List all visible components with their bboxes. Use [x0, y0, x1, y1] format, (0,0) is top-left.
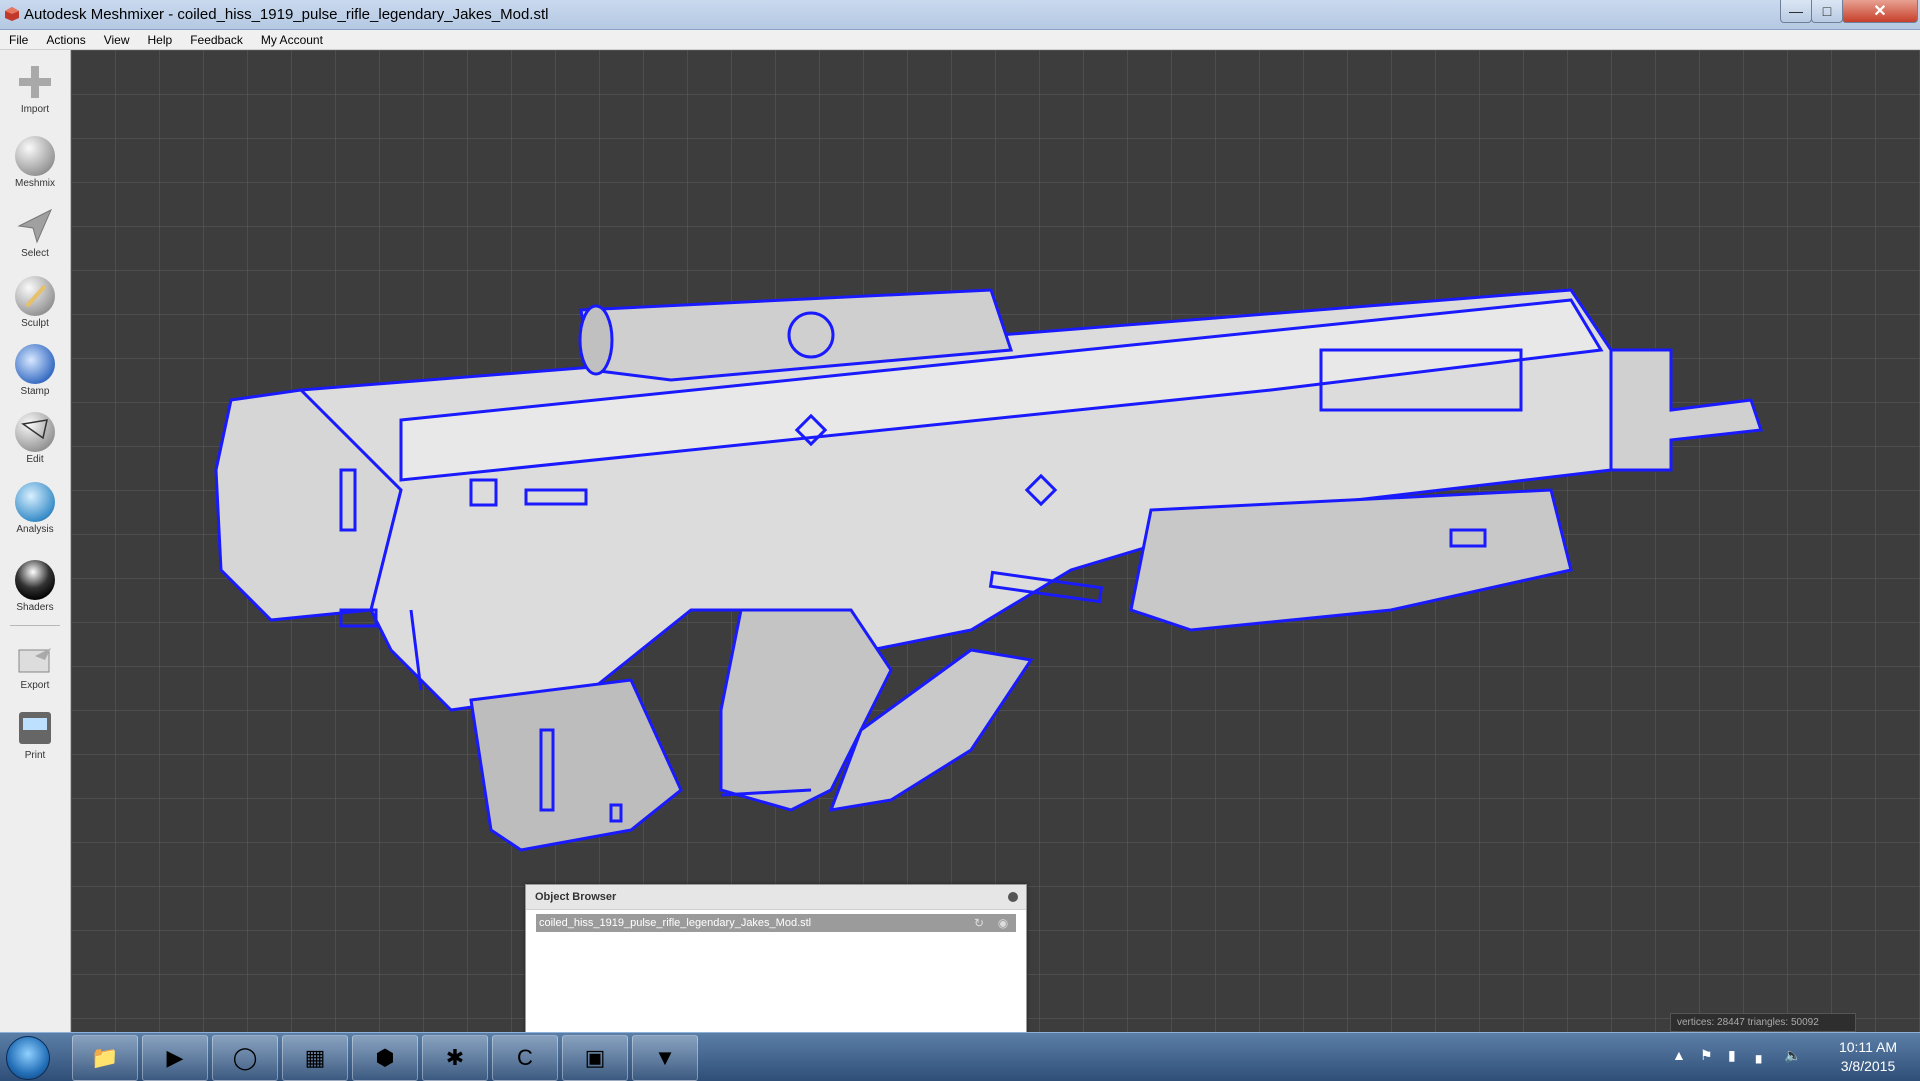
app-icon[interactable]: ✱	[422, 1035, 488, 1081]
tool-label: Stamp	[20, 386, 50, 397]
analysis-sphere-icon	[15, 482, 55, 522]
network-icon[interactable]: ▖	[1756, 1047, 1767, 1064]
start-button[interactable]	[6, 1036, 50, 1080]
tool-label: Edit	[26, 454, 44, 465]
export-icon	[15, 638, 55, 678]
terminal-icon[interactable]: ▣	[562, 1035, 628, 1081]
tool-select[interactable]: Select	[0, 200, 70, 264]
refresh-icon[interactable]: ↻	[972, 916, 986, 930]
tool-shaders[interactable]: Shaders	[0, 554, 70, 618]
tool-meshmix[interactable]: Meshmix	[0, 130, 70, 194]
tool-analysis[interactable]: Analysis	[0, 476, 70, 540]
object-name: coiled_hiss_1919_pulse_rifle_legendary_J…	[539, 917, 812, 929]
clock-time: 10:11 AM	[1838, 1039, 1898, 1055]
menu-feedback[interactable]: Feedback	[181, 33, 252, 47]
tool-print[interactable]: Print	[0, 702, 70, 766]
menu-view[interactable]: View	[95, 33, 139, 47]
object-browser-title: Object Browser	[535, 891, 617, 903]
menu-file[interactable]: File	[0, 33, 37, 47]
tool-export[interactable]: Export	[0, 632, 70, 696]
object-browser-header: Object Browser	[526, 885, 1026, 910]
meshmixer-app-icon	[5, 7, 19, 21]
left-toolbar: Import Meshmix Select Sculpt Stamp Edit …	[0, 50, 71, 1032]
menu-my-account[interactable]: My Account	[252, 33, 332, 47]
tool-label: Print	[24, 750, 46, 761]
volume-icon[interactable]: 🔈	[1784, 1047, 1801, 1064]
tool-stamp[interactable]: Stamp	[0, 338, 70, 402]
maximize-button[interactable]: □	[1811, 0, 1843, 23]
mesh-magazine	[469, 678, 683, 852]
tool-label: Analysis	[16, 524, 54, 535]
menu-help[interactable]: Help	[139, 33, 182, 47]
print-icon	[15, 708, 55, 748]
maximize-icon: □	[1822, 3, 1832, 19]
mesh-barrel	[1609, 348, 1764, 472]
windows-taskbar: 📁 ▶ ◯ ▦ ⬢ ✱ C ▣ ▼ ▲ ⚑ ▮ ▖ 🔈 10:11 AM 3/8…	[0, 1032, 1920, 1081]
meshmixer-icon[interactable]: ⬢	[352, 1035, 418, 1081]
mesh-scope-front	[578, 304, 614, 376]
device-icon[interactable]: ▮	[1728, 1047, 1736, 1064]
tool-label: Import	[20, 104, 50, 115]
title-bar: Autodesk Meshmixer - coiled_hiss_1919_pu…	[0, 0, 1920, 30]
minimize-icon: —	[1789, 3, 1803, 19]
calculator-icon[interactable]: ▦	[282, 1035, 348, 1081]
tool-label: Shaders	[16, 602, 54, 613]
clock-date: 3/8/2015	[1840, 1058, 1896, 1074]
select-arrow-icon	[15, 206, 55, 246]
tool-import[interactable]: Import	[0, 56, 70, 120]
tool-edit[interactable]: Edit	[0, 406, 70, 470]
meshmix-head-icon	[15, 136, 55, 176]
close-button[interactable]: ✕	[1842, 0, 1918, 23]
shader-sphere-icon	[15, 560, 55, 600]
tray-expand-icon[interactable]: ▲	[1672, 1047, 1686, 1063]
tool-sculpt[interactable]: Sculpt	[0, 270, 70, 334]
menu-actions[interactable]: Actions	[37, 33, 94, 47]
edit-icon	[15, 412, 55, 452]
stamp-icon	[15, 344, 55, 384]
plus-icon	[15, 62, 55, 102]
clock[interactable]: 10:11 AM 3/8/2015	[1822, 1038, 1914, 1076]
tool-label: Meshmix	[14, 178, 55, 189]
object-browser-panel: Object Browser coiled_hiss_1919_pulse_ri…	[525, 884, 1027, 1034]
close-icon[interactable]	[1008, 892, 1018, 902]
tool-label: Export	[20, 680, 50, 691]
minimize-button[interactable]: —	[1780, 0, 1812, 23]
app-v-icon[interactable]: ▼	[632, 1035, 698, 1081]
toolbar-separator	[10, 625, 60, 626]
object-browser-item[interactable]: coiled_hiss_1919_pulse_rifle_legendary_J…	[536, 914, 1016, 932]
window-title: Autodesk Meshmixer - coiled_hiss_1919_pu…	[24, 6, 549, 23]
eye-icon[interactable]: ◉	[996, 916, 1010, 930]
ccleaner-icon[interactable]: C	[492, 1035, 558, 1081]
flag-icon[interactable]: ⚑	[1700, 1047, 1713, 1064]
close-icon: ✕	[1873, 3, 1887, 20]
menu-bar: File Actions View Help Feedback My Accou…	[0, 30, 1920, 50]
tool-label: Sculpt	[21, 318, 49, 329]
mesh-stats: vertices: 28447 triangles: 50092	[1670, 1013, 1856, 1032]
chrome-icon[interactable]: ◯	[212, 1035, 278, 1081]
file-explorer-icon[interactable]: 📁	[72, 1035, 138, 1081]
tool-label: Select	[21, 248, 49, 259]
media-player-icon[interactable]: ▶	[142, 1035, 208, 1081]
mesh-lower-rail	[1129, 488, 1573, 632]
sculpt-brush-icon	[15, 276, 55, 316]
